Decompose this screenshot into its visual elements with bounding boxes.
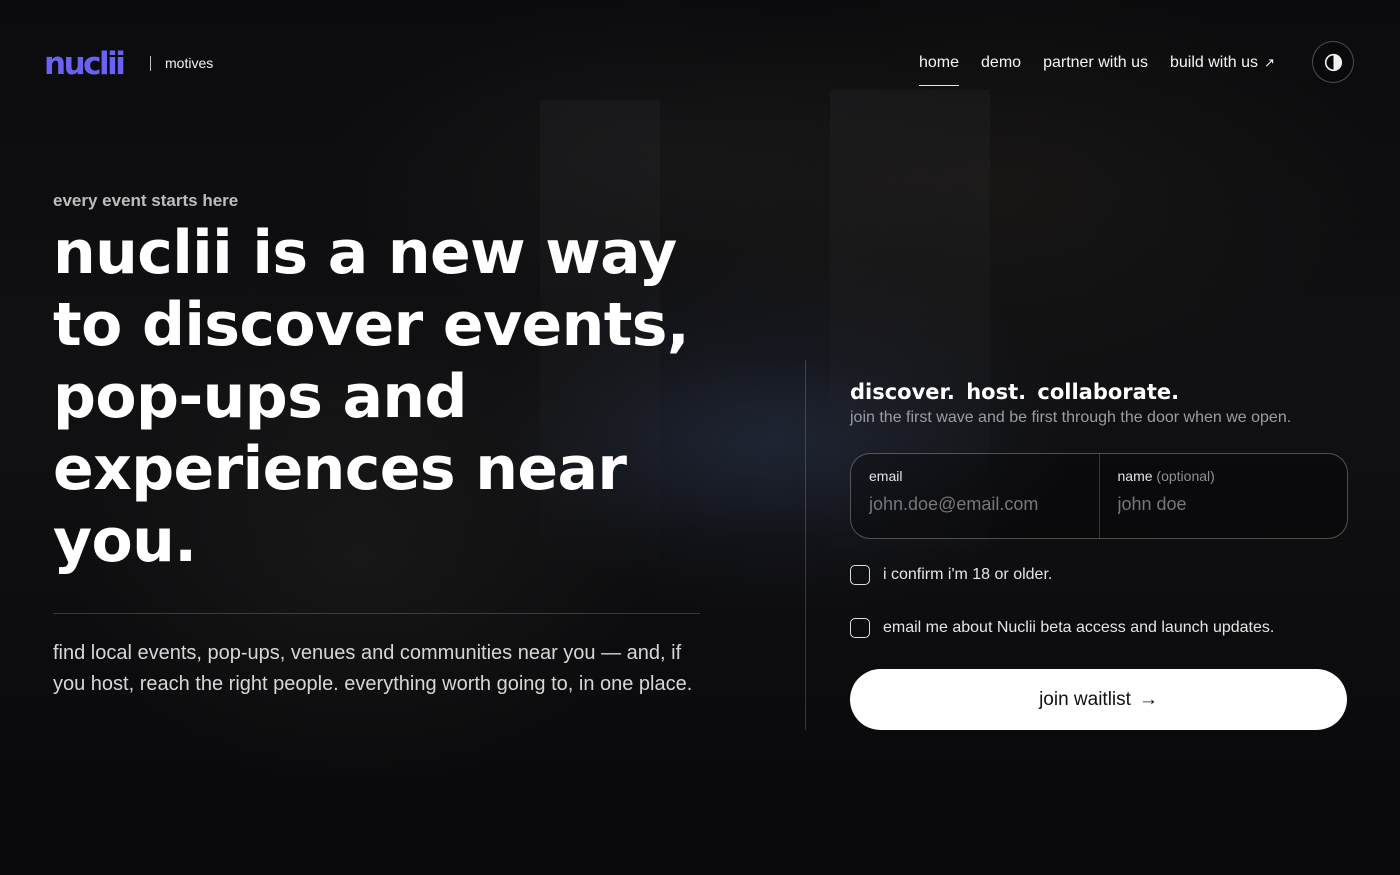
arrow-up-right-icon: ↗ (1264, 55, 1275, 70)
name-label: name (1117, 468, 1153, 484)
beta-updates-row[interactable]: email me about Nuclii beta access and la… (850, 618, 1274, 638)
arrow-right-icon: → (1138, 688, 1158, 710)
hero-headline: nuclii is a new way to discover events, … (53, 218, 690, 576)
nav-item-build-with-us[interactable]: build with us ↗ (1170, 54, 1275, 86)
logo-divider (150, 56, 151, 71)
email-input[interactable] (869, 494, 1081, 515)
name-field[interactable]: name (optional) (1098, 454, 1348, 538)
nuclii-logo[interactable]: nuclii (44, 46, 126, 82)
name-input[interactable] (1117, 494, 1329, 515)
nav-item-home-label: home (919, 54, 960, 71)
main-navigation: home demo partner with us build with us ↗ (919, 54, 1275, 86)
beta-updates-checkbox[interactable] (850, 618, 870, 638)
nav-item-demo-label: demo (981, 54, 1022, 71)
age-confirm-label: i confirm i'm 18 or older. (883, 566, 1053, 583)
name-optional-label: (optional) (1156, 468, 1215, 484)
email-field[interactable]: email (851, 454, 1099, 538)
join-waitlist-label: join waitlist (1039, 688, 1131, 710)
age-confirm-row[interactable]: i confirm i'm 18 or older. (850, 565, 1052, 585)
section-divider (805, 360, 806, 730)
email-label: email (869, 468, 903, 484)
nav-item-build-with-us-label: build with us (1170, 54, 1259, 71)
contrast-icon (1324, 53, 1342, 71)
beta-updates-label: email me about Nuclii beta access and la… (883, 619, 1275, 636)
nav-item-partner-with-us-label: partner with us (1043, 54, 1148, 71)
nav-item-demo[interactable]: demo (981, 54, 1021, 86)
nav-item-partner-with-us[interactable]: partner with us (1043, 54, 1148, 86)
hero-eyebrow: every event starts here (53, 191, 239, 210)
hero-description: find local events, pop-ups, venues and c… (53, 642, 693, 695)
hero-divider (53, 613, 700, 614)
nav-item-home[interactable]: home (919, 54, 960, 86)
waitlist-fields: email name (optional) (850, 453, 1348, 539)
logo-subtitle: motives (165, 55, 214, 71)
join-waitlist-button[interactable]: join waitlist → (850, 669, 1347, 730)
form-subtitle: join the first wave and be first through… (850, 409, 1292, 426)
age-confirm-checkbox[interactable] (850, 565, 870, 585)
name-label-wrapper: name (optional) (1118, 468, 1330, 484)
theme-toggle-button[interactable] (1312, 41, 1354, 83)
form-title: discover. host. collaborate. (850, 380, 1180, 404)
